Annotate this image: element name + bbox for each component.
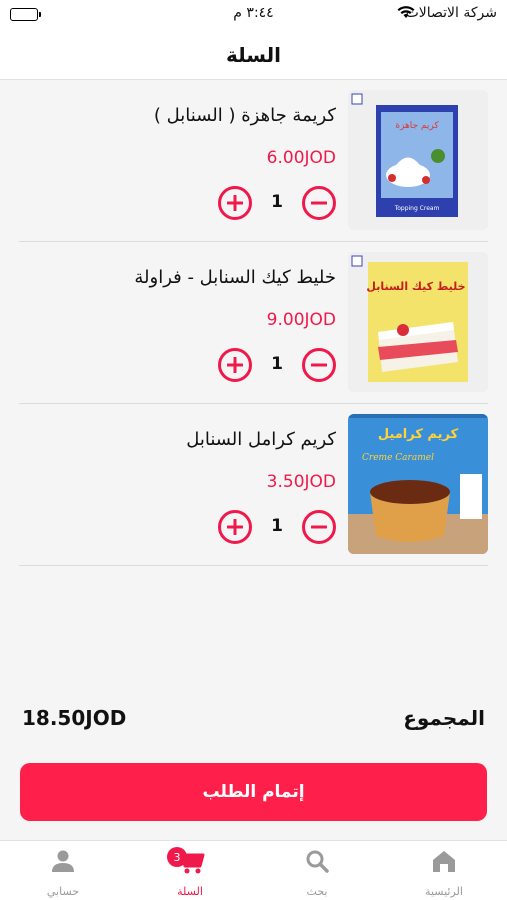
status-bar: شركة الاتصالات ٣:٤٤ م [0, 0, 507, 30]
product-image[interactable]: كريم جاهزة Topping Cream [348, 90, 488, 230]
plus-icon [227, 195, 243, 211]
product-price: 3.50JOD [266, 472, 336, 492]
plus-icon [227, 519, 243, 535]
product-price: 9.00JOD [266, 310, 336, 330]
decrease-quantity-button[interactable] [302, 510, 336, 544]
quantity-value: 1 [271, 516, 283, 536]
battery-icon [10, 8, 41, 21]
tab-cart[interactable]: 3 السلة [127, 841, 253, 900]
tab-account[interactable]: حسابي [0, 841, 126, 900]
checkout-button[interactable]: إتمام الطلب [20, 763, 487, 821]
product-image-sublabel: Topping Cream [394, 205, 440, 212]
increase-quantity-button[interactable] [218, 348, 252, 382]
wifi-icon [397, 4, 415, 23]
product-name: كريم كرامل السنابل [186, 429, 336, 450]
product-image[interactable]: كريم كراميل Creme Caramel [348, 414, 488, 554]
page-title: السلة [225, 42, 281, 67]
product-image-label: خليط كيك السنابل [366, 280, 465, 293]
tab-label: حسابي [46, 885, 80, 898]
minus-icon [311, 363, 327, 367]
tab-label: الرئيسية [425, 885, 463, 898]
product-name: كريمة جاهزة ( السنابل ) [153, 105, 336, 126]
quantity-stepper: 1 [218, 348, 336, 382]
quantity-value: 1 [271, 354, 283, 374]
minus-icon [311, 525, 327, 529]
plus-icon [227, 357, 243, 373]
tab-label: بحث [306, 885, 328, 898]
product-price: 6.00JOD [266, 148, 336, 168]
product-image-sublabel: Creme Caramel [362, 453, 434, 463]
quantity-value: 1 [271, 192, 283, 212]
increase-quantity-button[interactable] [218, 510, 252, 544]
product-image-label: كريم كراميل [378, 427, 459, 442]
user-icon [50, 848, 76, 878]
total-label: المجموع [403, 706, 485, 730]
tab-search[interactable]: بحث [254, 841, 380, 900]
cart-item: كريم جاهزة Topping Cream كريمة جاهزة ( ا… [19, 80, 488, 242]
cart-count-badge: 3 [167, 847, 187, 867]
quantity-stepper: 1 [218, 510, 336, 544]
carrier-name: شركة الاتصالات [405, 5, 497, 21]
tab-label: السلة [177, 885, 203, 898]
minus-icon [311, 201, 327, 205]
cart-total: 18.50JOD المجموع [22, 706, 485, 736]
cart-item: كريم كراميل Creme Caramel كريم كرامل الس… [19, 404, 488, 566]
decrease-quantity-button[interactable] [302, 348, 336, 382]
increase-quantity-button[interactable] [218, 186, 252, 220]
tab-bar: الرئيسية بحث 3 السلة حسابي [0, 840, 507, 900]
tab-home[interactable]: الرئيسية [381, 841, 507, 900]
search-icon [304, 848, 330, 878]
checkout-button-label: إتمام الطلب [202, 782, 305, 802]
product-image[interactable]: خليط كيك السنابل [348, 252, 488, 392]
quantity-stepper: 1 [218, 186, 336, 220]
nav-header: السلة [0, 30, 507, 80]
clock: ٣:٤٤ م [233, 5, 274, 21]
home-icon [431, 848, 457, 878]
product-name: خليط كيك السنابل - فراولة [134, 267, 336, 288]
decrease-quantity-button[interactable] [302, 186, 336, 220]
product-image-label: كريم جاهزة [395, 121, 439, 131]
cart-list: كريم جاهزة Topping Cream كريمة جاهزة ( ا… [0, 80, 507, 566]
cart-item: خليط كيك السنابل خليط كيك السنابل - فراو… [19, 242, 488, 404]
total-value: 18.50JOD [22, 706, 127, 730]
